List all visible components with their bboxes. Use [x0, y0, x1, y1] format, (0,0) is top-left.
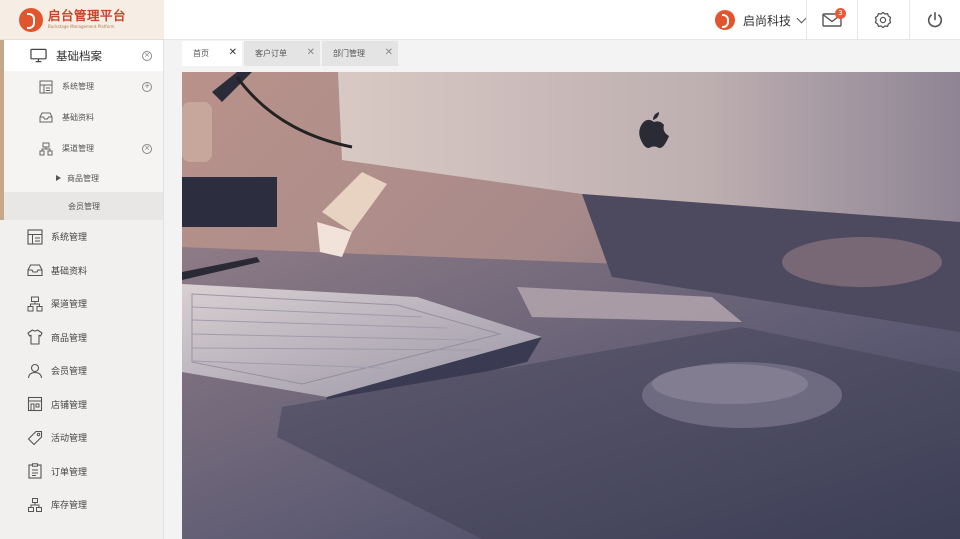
sidebar-item-activity[interactable]: 活动管理	[0, 421, 163, 455]
sidebar-item-label: 基础资料	[51, 266, 88, 277]
sidebar-item-label: 库存管理	[51, 501, 88, 512]
sidebar-item-basic-data[interactable]: 基础资料	[0, 254, 163, 288]
tab-department[interactable]: 部门管理 ✕	[322, 41, 398, 66]
sidebar-nested-item-goods[interactable]: 商品管理	[4, 164, 163, 192]
caret-right-icon	[56, 175, 61, 181]
sidebar-item-label: 渠道管理	[51, 300, 88, 311]
sidebar-item-label: 会员管理	[51, 367, 88, 378]
company-switcher[interactable]: 启尚科技	[714, 0, 807, 40]
dashboard-icon	[26, 228, 43, 245]
tag-icon	[26, 429, 43, 446]
user-icon	[26, 362, 43, 379]
chevron-down-icon	[796, 13, 807, 23]
brand-logo-area[interactable]: 启台管理平台 Backstage Management Platform	[0, 0, 164, 40]
sidebar-item-member[interactable]: 会员管理	[0, 354, 163, 388]
sidebar-nested-label: 会员管理	[68, 201, 100, 211]
gear-icon	[874, 11, 892, 29]
sidebar-group-basic-archive: 基础档案 × 系统管理 + 基础资料 渠道管理 × 商品管理 会员管理	[0, 40, 163, 220]
hero-image	[182, 72, 960, 539]
monitor-icon	[30, 47, 47, 64]
sidebar: 基础档案 × 系统管理 + 基础资料 渠道管理 × 商品管理 会员管理 系统管理…	[0, 40, 164, 539]
settings-button[interactable]	[857, 0, 908, 40]
sidebar-item-channel[interactable]: 渠道管理	[0, 287, 163, 321]
logout-button[interactable]	[909, 0, 960, 40]
sidebar-subitem-basic-data[interactable]: 基础资料	[4, 102, 163, 133]
sidebar-item-store[interactable]: 店铺管理	[0, 388, 163, 422]
sidebar-item-label: 系统管理	[51, 233, 88, 244]
channel-icon	[37, 140, 54, 157]
expand-circle-icon[interactable]: +	[142, 81, 152, 92]
sidebar-nested-label: 商品管理	[67, 173, 99, 183]
sidebar-subitem-system[interactable]: 系统管理 +	[4, 71, 163, 102]
sidebar-item-label: 订单管理	[51, 467, 88, 478]
sidebar-item-label: 商品管理	[51, 333, 88, 344]
brand-title: 启台管理平台	[48, 8, 127, 24]
channel-icon	[26, 295, 43, 312]
dashboard-icon	[37, 78, 54, 95]
sidebar-item-system[interactable]: 系统管理	[0, 220, 163, 254]
company-logo-icon	[714, 10, 735, 30]
tab-bar: 首页 ✕ 客户订单 ✕ 部门管理 ✕	[182, 41, 960, 67]
power-icon	[927, 11, 943, 28]
sidebar-group-label: 基础档案	[56, 48, 102, 63]
brand-text: 启台管理平台 Backstage Management Platform	[48, 10, 126, 29]
brand-subtitle: Backstage Management Platform	[48, 23, 115, 29]
sidebar-item-goods[interactable]: 商品管理	[0, 321, 163, 355]
order-icon	[26, 463, 43, 480]
close-circle-icon[interactable]: ×	[142, 143, 152, 154]
sidebar-subitem-label: 系统管理	[62, 82, 94, 91]
top-bar: 启尚科技 3	[164, 0, 960, 40]
sidebar-group-header[interactable]: 基础档案 ×	[4, 40, 163, 71]
sidebar-subitem-channel[interactable]: 渠道管理 ×	[4, 133, 163, 164]
sidebar-item-label: 店铺管理	[51, 400, 88, 411]
tab-label: 部门管理	[333, 49, 365, 58]
sidebar-item-label: 活动管理	[51, 434, 88, 445]
close-icon[interactable]: ✕	[385, 48, 393, 58]
desk-scene-illustration	[182, 72, 960, 539]
company-name: 启尚科技	[742, 13, 791, 28]
shirt-icon	[26, 329, 43, 346]
close-icon[interactable]: ✕	[229, 48, 237, 58]
sidebar-nested-item-member[interactable]: 会员管理	[4, 192, 163, 220]
tab-label: 客户订单	[255, 49, 287, 58]
mail-count-badge: 3	[835, 8, 846, 19]
inbox-icon	[26, 262, 43, 279]
sidebar-subitem-label: 渠道管理	[62, 144, 94, 153]
messages-button[interactable]: 3	[806, 0, 857, 40]
brand-logo-icon	[19, 7, 43, 32]
tab-label: 首页	[193, 49, 209, 58]
warehouse-icon	[26, 496, 43, 513]
sidebar-item-order[interactable]: 订单管理	[0, 455, 163, 489]
tab-customer-orders[interactable]: 客户订单 ✕	[244, 41, 320, 66]
inbox-icon	[37, 109, 54, 126]
close-icon[interactable]: ✕	[307, 48, 315, 58]
tab-home[interactable]: 首页 ✕	[182, 41, 242, 66]
sidebar-subitem-label: 基础资料	[62, 113, 94, 122]
store-icon	[26, 396, 43, 413]
close-circle-icon[interactable]: ×	[142, 50, 152, 61]
sidebar-item-inventory[interactable]: 库存管理	[0, 488, 163, 522]
